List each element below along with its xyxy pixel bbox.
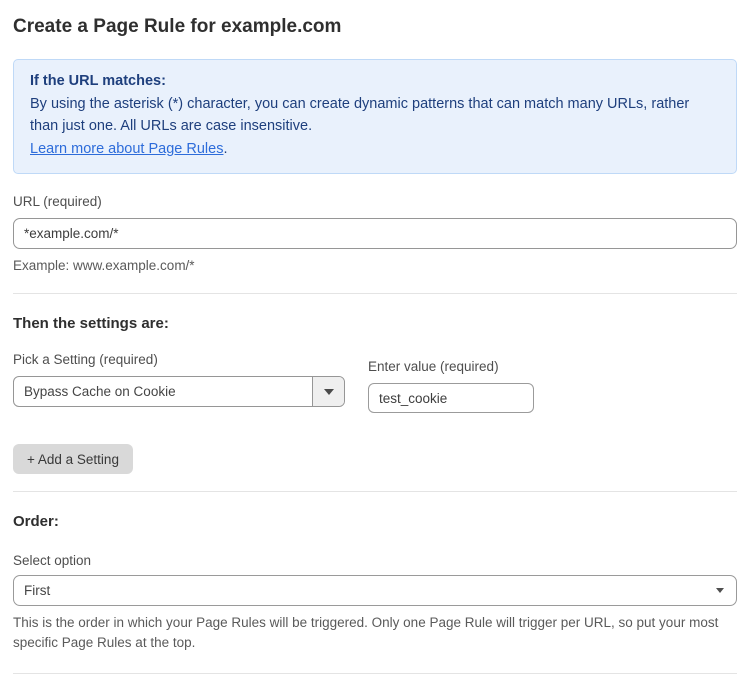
order-select[interactable]: First <box>13 575 737 606</box>
url-field-label: URL (required) <box>13 194 737 209</box>
divider <box>13 673 737 674</box>
info-box-body: By using the asterisk (*) character, you… <box>30 93 720 138</box>
caret-down-icon <box>716 588 724 593</box>
setting-select[interactable]: Bypass Cache on Cookie <box>13 376 345 407</box>
order-select-label: Select option <box>13 553 737 568</box>
dropdown-arrow-icon <box>324 389 334 395</box>
info-box-link-line: Learn more about Page Rules. <box>30 138 720 161</box>
page-rule-form: Create a Page Rule for example.com If th… <box>0 0 750 688</box>
settings-row: Pick a Setting (required) Bypass Cache o… <box>13 332 737 413</box>
setting-value-column: Enter value (required) <box>368 332 534 413</box>
order-select-value: First <box>24 583 716 598</box>
settings-section-heading: Then the settings are: <box>13 315 737 332</box>
url-example-helper: Example: www.example.com/* <box>13 256 737 276</box>
info-box-heading: If the URL matches: <box>30 70 720 93</box>
url-match-info-box: If the URL matches: By using the asteris… <box>13 59 737 174</box>
url-input[interactable] <box>13 218 737 249</box>
setting-picker-column: Pick a Setting (required) Bypass Cache o… <box>13 332 345 407</box>
order-helper-text: This is the order in which your Page Rul… <box>13 613 737 653</box>
link-period: . <box>223 141 227 157</box>
add-setting-button[interactable]: + Add a Setting <box>13 444 133 474</box>
learn-more-link[interactable]: Learn more about Page Rules <box>30 141 223 157</box>
page-title: Create a Page Rule for example.com <box>13 16 737 38</box>
setting-select-value: Bypass Cache on Cookie <box>14 377 312 406</box>
order-section-heading: Order: <box>13 513 737 530</box>
divider <box>13 293 737 294</box>
setting-select-arrow-button[interactable] <box>312 377 344 406</box>
setting-value-input[interactable] <box>368 383 534 413</box>
divider <box>13 491 737 492</box>
setting-value-label: Enter value (required) <box>368 359 534 374</box>
setting-picker-label: Pick a Setting (required) <box>13 352 345 367</box>
